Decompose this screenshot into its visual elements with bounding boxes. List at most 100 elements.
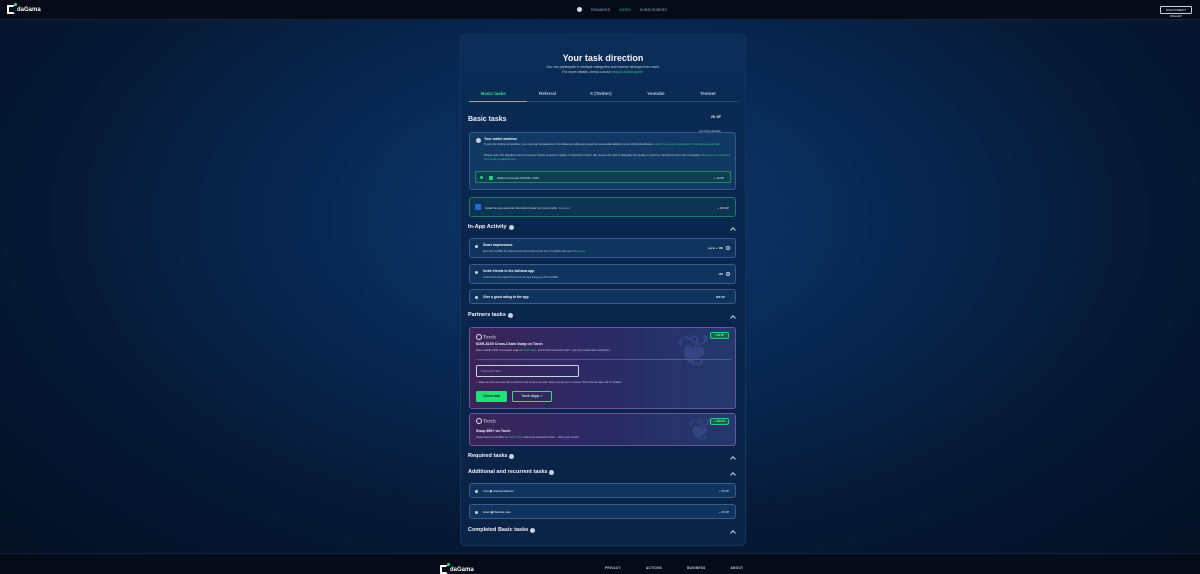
task-label: channel address (492, 489, 514, 493)
sign-transactions-link[interactable]: Learn how to sign transactions in the da… (654, 143, 721, 146)
dagama-logo-icon (7, 3, 17, 14)
collapse-chevron-icon[interactable] (730, 315, 736, 321)
required-heading[interactable]: Required tasks (468, 453, 515, 459)
info-icon[interactable] (726, 246, 730, 250)
completed-heading[interactable]: Completed Basic tasks (468, 527, 536, 533)
partner-card-torch-swap[interactable]: ❦ Torch + 150 XP Swap $50+ on Torch Swap… (469, 413, 736, 446)
install-text: Install the app and enter the referral c… (485, 206, 558, 210)
collapse-chevron-icon[interactable] (730, 456, 736, 462)
partner-task-title: Swap $50+ on Torch (476, 429, 511, 433)
footer-link-privacy[interactable]: PRIVACY (605, 566, 621, 570)
task-invite-friends[interactable]: Invite friends to the daGama app Invite … (469, 264, 736, 284)
collapse-chevron-icon[interactable] (730, 472, 736, 478)
install-label: Install the app and enter the referral c… (485, 206, 570, 210)
disconnect-wallet-button[interactable]: DISCONNECT WALLET (1160, 6, 1192, 18)
info-icon[interactable] (726, 272, 730, 276)
install-xp: + 100 XP (717, 206, 729, 210)
wallet-connected-row[interactable]: Wallet Connected 0x5c90b...0663 + 10 XP (475, 171, 731, 183)
check-task-button[interactable]: Check task (476, 391, 507, 402)
wallet-title: Your wallet address (484, 137, 517, 141)
help-icon[interactable] (530, 527, 536, 533)
nav-item-rewards[interactable]: REWARDS (591, 8, 610, 12)
task-direction-card: Your task direction You can participate … (460, 34, 746, 546)
torch-dapp-button[interactable]: Torch dApp ↗ (512, 391, 552, 402)
xp-value: 2K XP (710, 115, 721, 119)
tab-testnet[interactable]: Testnet (700, 91, 716, 96)
radio-icon (475, 245, 478, 248)
task-channel-address[interactable]: Your ▣ channel address + 30 XP (469, 483, 736, 498)
task-xp: + 30 XP (718, 489, 729, 493)
page-title: Your task direction (562, 53, 644, 63)
partner-desc-text: Swap tokens worth $50+ on (476, 436, 509, 439)
dagama-logo-icon (440, 563, 450, 574)
tab-referral[interactable]: Referral (539, 91, 556, 96)
partner-desc-tail: , submit the transaction hash -- claim y… (521, 436, 580, 439)
subtitle-line2: For more details, check out our easy-to-… (461, 70, 745, 75)
footer-links: PRIVACY ACTIONS BUSINESS ABOUT (605, 566, 743, 570)
main-nav: REWARDS INDEX SUBSCRIBERS (577, 7, 667, 12)
active-tab-indicator (469, 100, 527, 102)
wallet-text2-body: Please note: Our algorithms and communit… (484, 154, 702, 157)
torch-watermark-icon: ❦ (676, 327, 713, 377)
partner-desc-text: Make a $10K-100K cross-chain swap on (476, 349, 524, 352)
partners-heading-text: Partners tasks (468, 312, 506, 318)
guide-link[interactable]: easy-to-follow guide. (612, 70, 644, 74)
task-title: Invite friends to the daGama app (483, 269, 535, 273)
footer-link-business[interactable]: BUSINESS (687, 566, 705, 570)
task-referral-code[interactable]: Enter ▣ Referral code + 15 XP (469, 504, 736, 519)
tab-youtube[interactable]: Youtube (647, 91, 665, 96)
check-radio-icon (480, 176, 483, 179)
task-give-rating[interactable]: Give a good rating to the app 300 XP (469, 289, 736, 304)
partner-brand: Torch (476, 334, 496, 341)
app-icon (475, 204, 481, 210)
collapse-chevron-icon[interactable] (730, 227, 736, 233)
partner-xp-badge: + 80 XP (710, 332, 729, 339)
wallet-text2: Please note: Our algorithms and communit… (484, 154, 732, 161)
radio-icon (475, 271, 478, 274)
task-title: Share impressions (483, 243, 513, 247)
partners-heading[interactable]: Partners tasks (468, 312, 513, 318)
tab-x-twitter[interactable]: X (Twitter) (590, 91, 612, 96)
collapse-chevron-icon[interactable] (730, 530, 736, 536)
task-xp: + 15 XP (718, 510, 729, 514)
transaction-hash-input[interactable]: Transaction Hash (476, 365, 579, 377)
footer-logo[interactable]: daGama (440, 563, 474, 574)
partner-card-torch-cross-chain: ❦ Torch + 80 XP $10K-$100 Cross-Chain Sw… (469, 327, 736, 409)
divider (476, 359, 731, 360)
task-share-impressions[interactable]: Share impressions Earn 100 CoinBits for … (469, 238, 736, 258)
torch-dapp-link[interactable]: Torch dApp (523, 349, 536, 352)
additional-heading-text: Additional and recurrent tasks (468, 469, 548, 475)
inapp-heading[interactable]: In-App Activity (468, 224, 514, 230)
footer-link-about[interactable]: ABOUT (731, 566, 744, 570)
task-prefix: Enter (483, 510, 490, 514)
brand-name: daGama (17, 6, 41, 13)
required-tag: Required (558, 206, 571, 210)
help-icon[interactable] (549, 469, 555, 475)
help-icon[interactable] (507, 312, 513, 318)
nav-item-subscribers[interactable]: SUBSCRIBERS (640, 8, 667, 12)
basic-tasks-heading: Basic tasks (468, 116, 507, 123)
task-desc-link[interactable]: More guide (573, 250, 586, 253)
additional-heading[interactable]: Additional and recurrent tasks (468, 469, 555, 475)
footer-link-actions[interactable]: ACTIONS (646, 566, 662, 570)
required-heading-text: Required tasks (468, 453, 508, 459)
radio-icon (475, 489, 478, 493)
task-title: Give a good rating to the app (483, 294, 529, 299)
inapp-heading-text: In-App Activity (468, 224, 507, 230)
wallet-xp: + 10 XP (713, 175, 724, 180)
nav-item-index[interactable]: INDEX (619, 8, 631, 12)
partner-task-desc: Swap tokens worth $50+ on Torch dApp, su… (476, 436, 579, 439)
partner-task-title: $10K-$100 Cross-Chain Swap on Torch (476, 342, 543, 346)
task-label: Referral code (493, 510, 511, 514)
task-prefix: Your (483, 489, 489, 493)
task-title: Enter ▣ Referral code (483, 510, 511, 514)
wallet-connected-label: Wallet Connected 0x5c90b...0663 (497, 175, 539, 180)
help-icon[interactable] (509, 453, 515, 459)
install-app-task[interactable]: Install the app and enter the referral c… (469, 197, 736, 217)
brand-logo[interactable]: daGama (7, 3, 41, 14)
help-icon[interactable] (508, 224, 514, 230)
page-subtitle: You can participate in multiple categori… (461, 65, 745, 75)
wallet-info-box: Your wallet address To join the Airdrop … (469, 132, 736, 190)
torch-dapp-link[interactable]: Torch dApp (509, 436, 522, 439)
tab-basic-tasks[interactable]: Basic tasks (481, 91, 506, 96)
